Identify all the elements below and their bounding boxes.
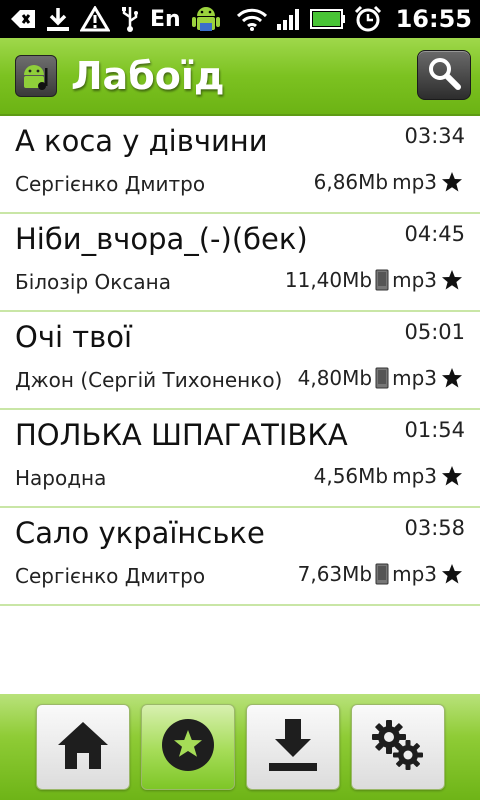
android-icon: [191, 3, 221, 35]
settings-button[interactable]: [350, 704, 445, 790]
track-artist: Сергієнко Дмитро: [15, 172, 206, 196]
android-music-icon: [15, 55, 57, 97]
track-duration: 05:01: [404, 320, 465, 344]
battery-icon: [309, 8, 346, 30]
favorite-star-icon[interactable]: [441, 563, 463, 585]
track-row[interactable]: ПОЛЬКА ШПАГАТІВКА 01:54 Народна 4,56Mb m…: [0, 410, 480, 508]
track-row[interactable]: Ніби_вчора_(-)(бек) 04:45 Білозір Оксана…: [0, 214, 480, 312]
language-indicator: En: [150, 6, 181, 32]
usb-icon: [120, 5, 140, 33]
phone-storage-icon: [375, 563, 389, 585]
search-button[interactable]: [417, 50, 471, 100]
track-size: 6,86Mb: [313, 170, 389, 194]
track-format: mp3: [392, 268, 437, 292]
track-duration: 03:34: [404, 124, 465, 148]
track-size: 11,40Mb: [284, 268, 373, 292]
search-icon: [426, 55, 462, 95]
page-title: Лабоїд: [71, 54, 225, 98]
alarm-icon: [354, 5, 382, 33]
back-arrow-icon: [10, 8, 36, 30]
track-title: Очі твої: [15, 320, 133, 354]
favorite-star-icon[interactable]: [441, 269, 463, 291]
track-size: 4,80Mb: [297, 366, 373, 390]
favorites-icon: [160, 717, 216, 777]
track-title: ПОЛЬКА ШПАГАТІВКА: [15, 418, 348, 452]
track-title: Ніби_вчора_(-)(бек): [15, 222, 308, 256]
track-artist: Народна: [15, 466, 107, 490]
track-list: А коса у дівчини 03:34 Сергієнко Дмитро …: [0, 116, 480, 606]
track-duration: 03:58: [404, 516, 465, 540]
track-duration: 04:45: [404, 222, 465, 246]
warning-icon: [80, 6, 110, 32]
favorite-star-icon[interactable]: [441, 171, 463, 193]
track-artist: Білозір Оксана: [15, 270, 171, 294]
home-button[interactable]: [35, 704, 130, 790]
track-format: mp3: [392, 170, 437, 194]
favorite-star-icon[interactable]: [441, 367, 463, 389]
status-clock: 16:55: [395, 5, 472, 33]
track-size: 4,56Mb: [313, 464, 389, 488]
track-format: mp3: [392, 366, 437, 390]
track-title: Сало українське: [15, 516, 265, 550]
phone-storage-icon: [375, 367, 389, 389]
download-icon: [46, 6, 70, 32]
download-button[interactable]: [245, 704, 340, 790]
track-row[interactable]: Очі твої 05:01 Джон (Сергій Тихоненко) 4…: [0, 312, 480, 410]
track-row[interactable]: Сало українське 03:58 Сергієнко Дмитро 7…: [0, 508, 480, 606]
track-format: mp3: [392, 562, 437, 586]
track-artist: Джон (Сергій Тихоненко): [15, 368, 283, 392]
signal-icon: [276, 7, 302, 31]
track-size: 7,63Mb: [297, 562, 373, 586]
track-duration: 01:54: [404, 418, 465, 442]
favorites-button[interactable]: [140, 704, 235, 790]
download-icon: [267, 717, 319, 777]
status-bar: En 16:55: [0, 0, 480, 38]
bottom-toolbar: [0, 694, 480, 800]
track-format: mp3: [392, 464, 437, 488]
phone-storage-icon: [375, 269, 389, 291]
track-title: А коса у дівчини: [15, 124, 268, 158]
wifi-icon: [236, 7, 268, 31]
track-row[interactable]: А коса у дівчини 03:34 Сергієнко Дмитро …: [0, 116, 480, 214]
title-bar: Лабоїд: [0, 38, 480, 116]
home-icon: [56, 719, 110, 775]
settings-gears-icon: [369, 717, 427, 777]
track-artist: Сергієнко Дмитро: [15, 564, 206, 588]
favorite-star-icon[interactable]: [441, 465, 463, 487]
